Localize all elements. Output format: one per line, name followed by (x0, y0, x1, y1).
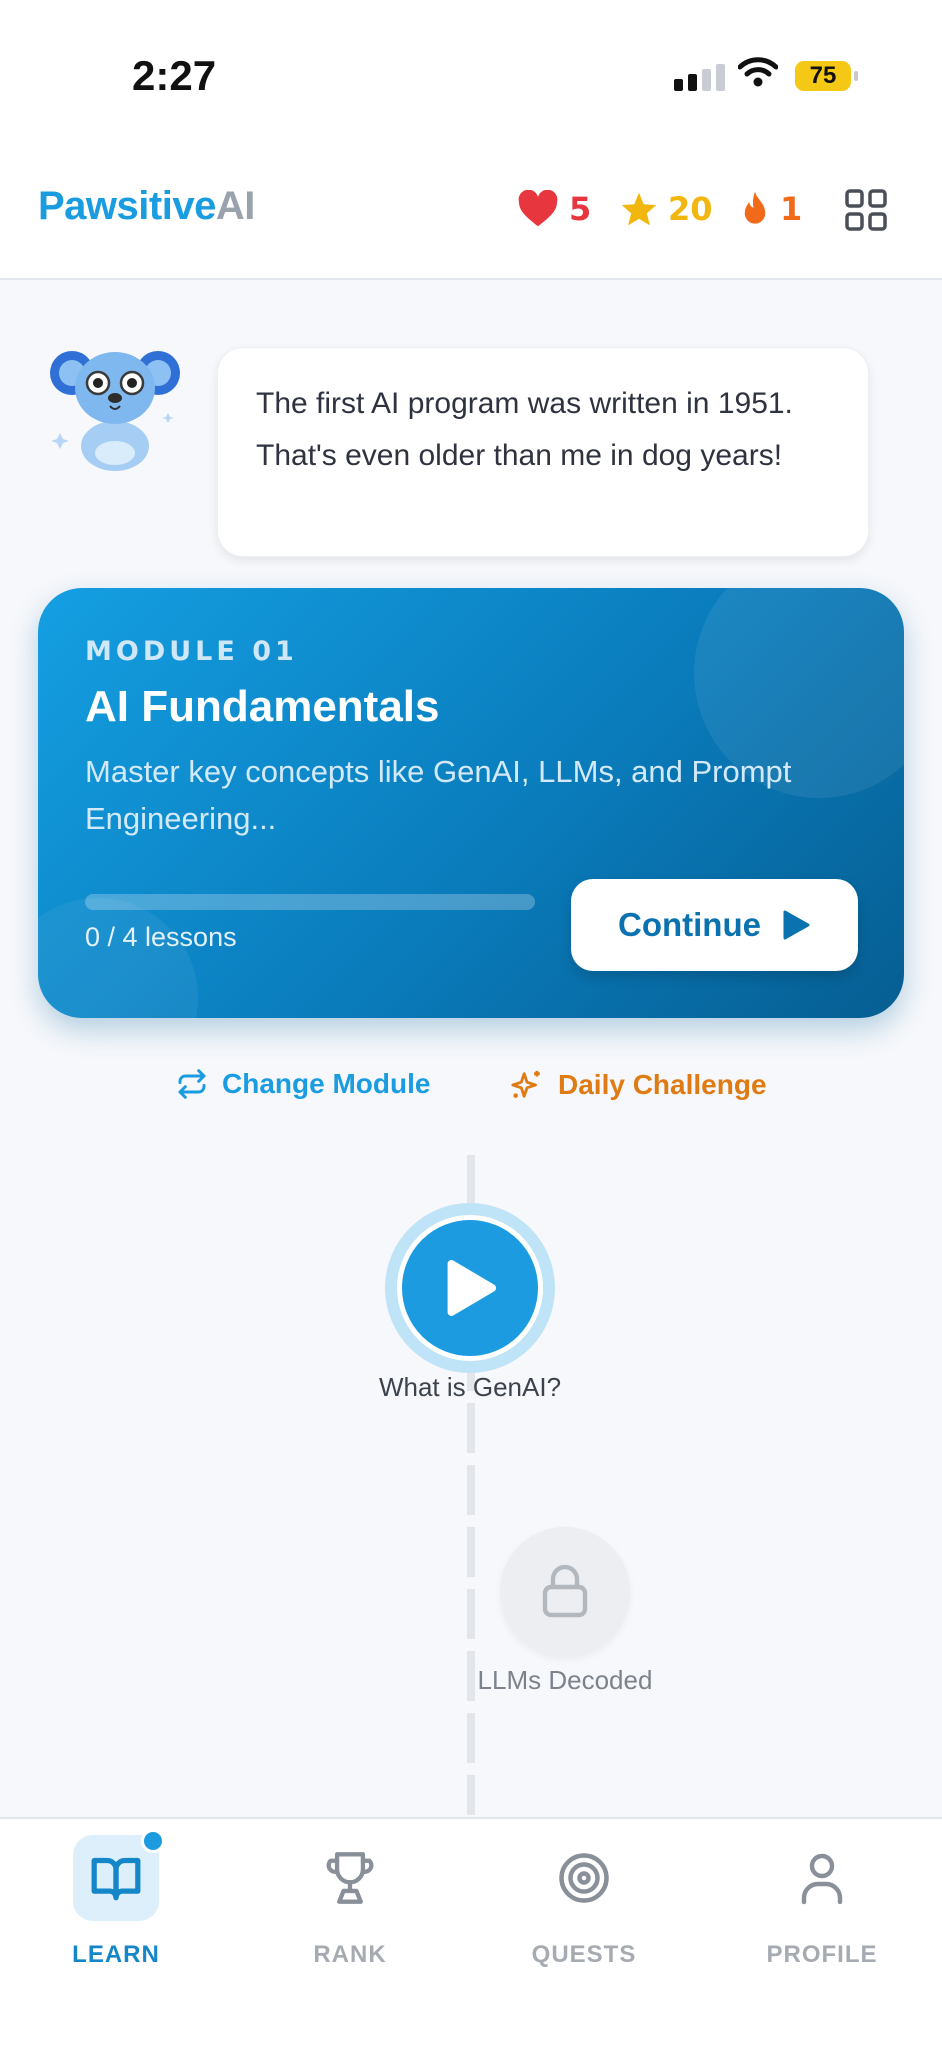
tab-profile[interactable]: PROFILE (722, 1835, 922, 1969)
module-progress-bar (85, 894, 535, 910)
stars-count: 20 (668, 190, 713, 228)
tab-rank-label: RANK (313, 1941, 387, 1968)
streak-count: 1 (780, 190, 803, 228)
tab-quests-label: QUESTS (531, 1941, 637, 1968)
daily-challenge-link[interactable]: Daily Challenge (510, 1068, 767, 1102)
change-module-link[interactable]: Change Module (176, 1068, 430, 1100)
play-icon (783, 910, 810, 940)
book-icon (91, 1857, 141, 1901)
module-title: AI Fundamentals (85, 682, 440, 731)
koala-mascot-icon (50, 351, 180, 471)
tab-quests[interactable]: QUESTS (484, 1835, 684, 1969)
tab-rank[interactable]: RANK (250, 1835, 450, 1969)
app-header: PawsitiveAI 5 20 1 (0, 150, 942, 280)
grid-menu-icon[interactable] (844, 188, 888, 232)
heart-icon (518, 190, 558, 227)
star-icon (621, 192, 657, 226)
lesson-node-active[interactable] (385, 1203, 555, 1373)
target-icon (559, 1853, 609, 1903)
lesson-node-locked[interactable] (500, 1527, 630, 1657)
swap-arrows-icon (178, 1069, 206, 1099)
hearts-count: 5 (569, 190, 592, 228)
stars-counter[interactable]: 20 (620, 190, 713, 228)
notification-dot (141, 1829, 165, 1853)
module-description: Master key concepts like GenAI, LLMs, an… (85, 754, 792, 836)
cellular-signal-icon (674, 64, 725, 91)
tab-learn[interactable]: LEARN (16, 1829, 216, 1969)
user-icon (801, 1853, 843, 1905)
app-logo: PawsitiveAI (38, 184, 255, 228)
flame-icon (744, 191, 766, 224)
module-progress-text: 0 / 4 lessons (85, 922, 237, 952)
continue-button[interactable]: Continue (571, 879, 858, 971)
lesson-title: LLMs Decoded (477, 1665, 653, 1695)
play-icon (447, 1260, 497, 1317)
fun-fact-bubble: The first AI program was written in 1951… (217, 347, 869, 557)
lesson-title: What is GenAI? (378, 1372, 562, 1402)
decorative-circle (38, 898, 198, 1018)
tab-learn-label: LEARN (72, 1941, 160, 1968)
hearts-counter[interactable]: 5 (517, 190, 591, 228)
wifi-icon (738, 57, 778, 87)
status-time: 2:27 (132, 52, 217, 99)
lock-icon (542, 1565, 588, 1618)
tab-profile-label: PROFILE (766, 1941, 878, 1968)
module-label: MODULE 01 (85, 636, 298, 667)
change-module-label: Change Module (222, 1068, 431, 1099)
trophy-icon (326, 1852, 374, 1904)
bottom-tab-bar: LEARN RANK QUESTS PROFILE (0, 1817, 942, 2050)
battery-indicator: 75 (795, 61, 858, 91)
daily-challenge-label: Daily Challenge (558, 1069, 767, 1100)
continue-label: Continue (618, 906, 761, 943)
module-card[interactable]: MODULE 01 AI Fundamentals Master key con… (38, 588, 904, 1018)
sparkles-icon (511, 1070, 540, 1098)
streak-counter[interactable]: 1 (740, 190, 802, 228)
status-bar: 2:27 75 (0, 0, 942, 150)
